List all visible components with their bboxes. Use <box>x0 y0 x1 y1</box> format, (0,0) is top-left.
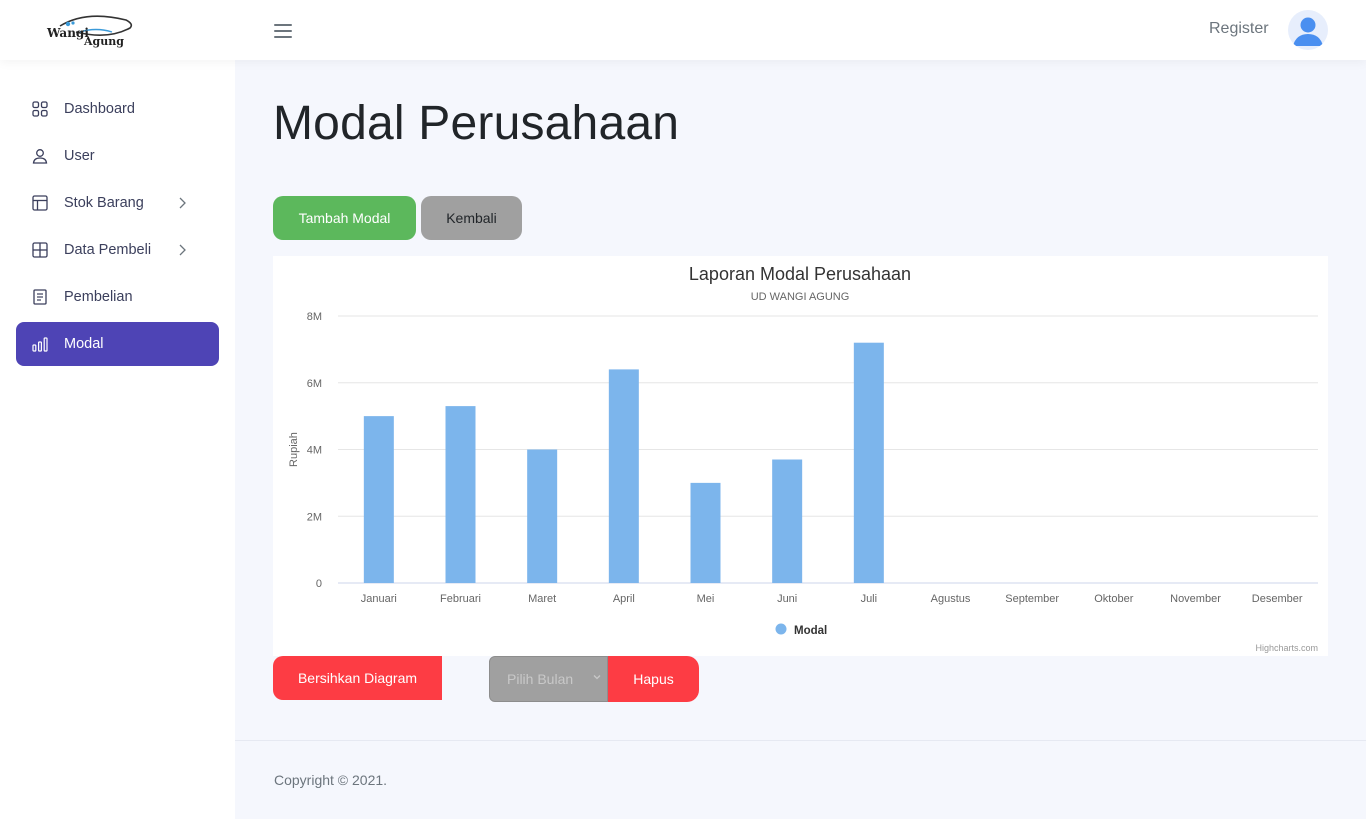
sidebar-item-stok-barang[interactable]: Stok Barang <box>16 181 219 225</box>
x-tick-label: Mei <box>697 593 715 605</box>
bar <box>527 449 558 583</box>
user-icon <box>32 149 48 164</box>
bersihkan-diagram-button[interactable]: Bersihkan Diagram <box>273 656 442 700</box>
register-link[interactable]: Register <box>1209 20 1269 38</box>
layout-icon <box>32 195 48 211</box>
bar <box>445 406 476 583</box>
footer-divider <box>235 740 1366 741</box>
modal-chart: Laporan Modal Perusahaan UD WANGI AGUNG 0 2… <box>273 256 1328 656</box>
bar <box>690 482 721 583</box>
y-tick-label: 6M <box>307 378 322 390</box>
sidebar-item-label: Stok Barang <box>64 195 144 211</box>
user-avatar-icon[interactable] <box>1288 10 1328 50</box>
x-tick-label: September <box>1005 593 1059 605</box>
x-tick-label: Maret <box>528 593 556 605</box>
x-tick-label: Agustus <box>931 593 971 605</box>
footer-copyright: Copyright © 2021. <box>274 772 388 788</box>
chart-title: Laporan Modal Perusahaan <box>689 264 911 284</box>
table-icon <box>32 242 48 258</box>
sidebar-item-label: Dashboard <box>64 101 135 117</box>
x-tick-label: Oktober <box>1094 593 1133 605</box>
grid-icon <box>32 101 48 117</box>
sidebar-item-data-pembeli[interactable]: Data Pembeli <box>16 228 219 272</box>
x-tick-label: Januari <box>361 593 397 605</box>
logo-text-bottom: Agung <box>83 35 124 48</box>
x-tick-label: April <box>613 593 635 605</box>
sidebar-item-label: Pembelian <box>64 289 133 305</box>
sidebar: Dashboard User Stok Barang Data Pembeli <box>0 60 235 819</box>
bar <box>853 342 884 583</box>
document-icon <box>33 289 47 305</box>
menu-toggle-icon[interactable] <box>274 24 292 38</box>
bar <box>608 369 639 583</box>
chart-subtitle: UD WANGI AGUNG <box>751 291 850 303</box>
kembali-button[interactable]: Kembali <box>421 196 522 240</box>
month-select[interactable]: Pilih Bulan <box>489 656 608 702</box>
y-tick-label: 8M <box>307 311 322 323</box>
x-tick-label: Juni <box>777 593 797 605</box>
bar-chart-icon <box>32 337 48 352</box>
y-tick-label: 2M <box>307 511 322 523</box>
sidebar-item-pembelian[interactable]: Pembelian <box>16 275 219 319</box>
legend-marker <box>775 623 787 635</box>
chevron-right-icon <box>179 197 186 209</box>
sidebar-item-label: Data Pembeli <box>64 242 152 258</box>
y-axis-label: Rupiah <box>288 432 300 467</box>
bar <box>772 459 803 583</box>
x-tick-label: Juli <box>861 593 878 605</box>
sidebar-item-dashboard[interactable]: Dashboard <box>16 87 219 131</box>
x-tick-label: Februari <box>440 593 481 605</box>
legend-label: Modal <box>794 625 827 637</box>
tambah-modal-button[interactable]: Tambah Modal <box>273 196 416 240</box>
x-tick-label: Desember <box>1252 593 1303 605</box>
sidebar-item-label: User <box>64 148 95 164</box>
sidebar-item-label: Modal <box>64 336 104 352</box>
page-title: Modal Perusahaan <box>273 97 680 150</box>
y-tick-label: 0 <box>316 578 322 590</box>
logo-text-top: Wangi <box>46 26 89 40</box>
bar <box>363 416 394 583</box>
top-navbar: Wangi Agung Register <box>0 0 1366 60</box>
chart-credits: Highcharts.com <box>1255 643 1318 653</box>
x-tick-label: November <box>1170 593 1221 605</box>
sidebar-item-user[interactable]: User <box>16 134 219 178</box>
y-tick-label: 4M <box>307 445 322 457</box>
chart-svg: Laporan Modal Perusahaan UD WANGI AGUNG 0 2… <box>288 264 1318 653</box>
month-select-value: Pilih Bulan <box>507 671 574 687</box>
chevron-down-icon <box>593 675 601 680</box>
chevron-right-icon <box>179 244 186 256</box>
sidebar-item-modal[interactable]: Modal <box>16 322 219 366</box>
brand-logo[interactable]: Wangi Agung <box>46 12 136 50</box>
hapus-button[interactable]: Hapus <box>608 656 699 702</box>
